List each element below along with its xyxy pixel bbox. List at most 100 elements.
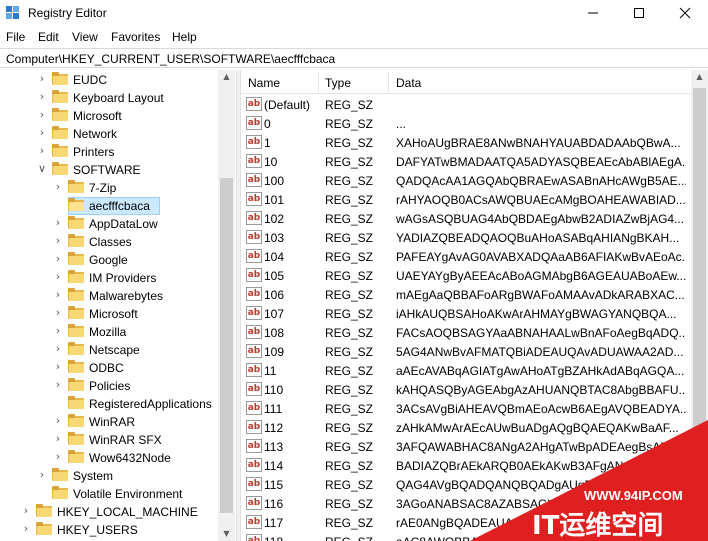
tree-scroll-up-button[interactable]: ▲	[218, 70, 235, 84]
tree-item[interactable]: › Classes	[0, 233, 218, 251]
value-data: rAHYAOQB0ACsAWQBUAEcAMgBOAHEAWABIAD...	[396, 193, 686, 207]
chevron-right-icon[interactable]: ›	[52, 252, 64, 266]
value-row[interactable]: ab 10 REG_SZ DAFYATwBMADAATQA5ADYASQBEAEcAb…	[241, 152, 691, 171]
tree-item[interactable]: › WinRAR SFX	[0, 431, 218, 449]
value-row[interactable]: ab 11 REG_SZ aAEcAVABqAGIATgAwAHoATgBZAHkAd…	[241, 361, 691, 380]
value-type: REG_SZ	[325, 98, 374, 112]
folder-icon	[52, 90, 68, 104]
chevron-right-icon[interactable]: ›	[52, 270, 64, 284]
chevron-right-icon[interactable]: ›	[52, 432, 64, 446]
close-button[interactable]	[662, 0, 708, 26]
value-row[interactable]: ab 106 REG_SZ mAEgAaQBBAFoARgBWAFoAMAAvADkA…	[241, 285, 691, 304]
value-row[interactable]: ab 105 REG_SZ UAEYAYgByAEEAcABoAGMAbgB6AGEA…	[241, 266, 691, 285]
chevron-right-icon[interactable]: ›	[52, 414, 64, 428]
list-scroll-up-button[interactable]: ▲	[691, 70, 708, 84]
tree-item[interactable]: › ODBC	[0, 359, 218, 377]
folder-icon	[68, 288, 84, 302]
tree-item[interactable]: › HKEY_USERS	[0, 521, 218, 539]
column-header-data[interactable]: Data	[396, 76, 421, 90]
tree-item[interactable]: › Microsoft	[0, 107, 218, 125]
chevron-right-icon[interactable]: ›	[36, 108, 48, 122]
chevron-right-icon[interactable]: ›	[52, 360, 64, 374]
tree-item[interactable]: › Malwarebytes	[0, 287, 218, 305]
address-path[interactable]: Computer\HKEY_CURRENT_USER\SOFTWARE\aecf…	[6, 52, 335, 66]
title-bar: Registry Editor	[0, 0, 708, 26]
value-row[interactable]: ab 102 REG_SZ wAGsASQBUAG4AbQBDAEgAbwB2ADIA…	[241, 209, 691, 228]
tree-item[interactable]: › Netscape	[0, 341, 218, 359]
tree-item-label: Classes	[89, 235, 132, 249]
tree-item-label: Netscape	[89, 343, 140, 357]
value-type: REG_SZ	[325, 250, 374, 264]
chevron-right-icon[interactable]: ›	[20, 522, 32, 536]
chevron-right-icon[interactable]: ›	[52, 306, 64, 320]
watermark: WWW.94IP.COM IT运维空间	[470, 420, 708, 541]
value-row[interactable]: ab 109 REG_SZ 5AG4ANwBvAFMATQBiADEAUQAvADUA…	[241, 342, 691, 361]
menu-edit[interactable]: Edit	[38, 30, 59, 44]
tree-item-label: HKEY_LOCAL_MACHINE	[57, 505, 198, 519]
tree-item[interactable]: ∨ SOFTWARE	[0, 161, 218, 179]
chevron-down-icon[interactable]: ∨	[36, 162, 48, 176]
value-row[interactable]: ab 111 REG_SZ 3ACsAVgBiAHEAVQBmAEoAcwB6AEgA…	[241, 399, 691, 418]
value-name: 113	[264, 440, 284, 454]
value-row[interactable]: ab 110 REG_SZ kAHQASQByAGEAbgAzAHUANQBTAC8A…	[241, 380, 691, 399]
tree-item[interactable]: › EUDC	[0, 71, 218, 89]
chevron-right-icon[interactable]: ›	[52, 216, 64, 230]
tree-item[interactable]: › WinRAR	[0, 413, 218, 431]
value-row[interactable]: ab 100 REG_SZ QADQAcAA1AGQAbQBRAEwASABnAHcA…	[241, 171, 691, 190]
column-header-name[interactable]: Name	[248, 76, 280, 90]
tree-scroll-thumb[interactable]	[220, 178, 233, 513]
value-row[interactable]: ab 103 REG_SZ YADIAZQBEADQAOQBuAHoASABqAHIA…	[241, 228, 691, 247]
value-row[interactable]: ab 101 REG_SZ rAHYAOQB0ACsAWQBUAEcAMgBOAHEA…	[241, 190, 691, 209]
chevron-right-icon[interactable]: ›	[52, 288, 64, 302]
menu-view[interactable]: View	[72, 30, 98, 44]
tree-item[interactable]: › System	[0, 467, 218, 485]
chevron-right-icon[interactable]: ›	[52, 234, 64, 248]
value-row[interactable]: ab (Default) REG_SZ	[241, 95, 691, 114]
tree-item[interactable]: › Network	[0, 125, 218, 143]
tree-item[interactable]: › Microsoft	[0, 305, 218, 323]
chevron-right-icon[interactable]: ›	[20, 504, 32, 518]
column-header-type[interactable]: Type	[325, 76, 351, 90]
maximize-button[interactable]	[616, 0, 662, 26]
tree-item[interactable]: › AppDataLow	[0, 215, 218, 233]
tree-item[interactable]: › Policies	[0, 377, 218, 395]
chevron-right-icon[interactable]: ›	[36, 72, 48, 86]
value-row[interactable]: ab 0 REG_SZ...	[241, 114, 691, 133]
chevron-right-icon[interactable]: ›	[52, 342, 64, 356]
tree-item[interactable]: RegisteredApplications	[0, 395, 218, 413]
column-divider[interactable]	[388, 72, 389, 92]
tree-item[interactable]: › 7-Zip	[0, 179, 218, 197]
value-row[interactable]: ab 108 REG_SZ FACsAOQBSAGYAaABNAHAALwBnAFoA…	[241, 323, 691, 342]
menu-file[interactable]: File	[6, 30, 25, 44]
tree-item[interactable]: Volatile Environment	[0, 485, 218, 503]
value-name: 115	[264, 478, 284, 492]
chevron-right-icon[interactable]: ›	[36, 90, 48, 104]
column-divider[interactable]	[318, 72, 319, 92]
tree-item[interactable]: › Google	[0, 251, 218, 269]
tree-item[interactable]: › Keyboard Layout	[0, 89, 218, 107]
value-row[interactable]: ab 104 REG_SZ PAFEAYgAvAG0AVABXADQAaAB6AFIA…	[241, 247, 691, 266]
tree-item[interactable]: › IM Providers	[0, 269, 218, 287]
tree-scroll-down-button[interactable]: ▼	[218, 527, 235, 541]
value-row[interactable]: ab 1 REG_SZ XAHoAUgBRAE8ANwBNAHYAUABDADAAbQ…	[241, 133, 691, 152]
tree-item[interactable]: aecfffcbaca	[0, 197, 218, 215]
menu-favorites[interactable]: Favorites	[111, 30, 160, 44]
value-type: REG_SZ	[325, 117, 374, 131]
folder-icon	[68, 342, 84, 356]
chevron-right-icon[interactable]: ›	[36, 144, 48, 158]
tree-item[interactable]: › Mozilla	[0, 323, 218, 341]
tree-item[interactable]: › Wow6432Node	[0, 449, 218, 467]
menu-help[interactable]: Help	[172, 30, 197, 44]
chevron-right-icon[interactable]: ›	[52, 450, 64, 464]
chevron-right-icon[interactable]: ›	[52, 180, 64, 194]
value-name: (Default)	[264, 98, 311, 112]
address-bar[interactable]: Computer\HKEY_CURRENT_USER\SOFTWARE\aecf…	[0, 48, 708, 68]
chevron-right-icon[interactable]: ›	[36, 468, 48, 482]
tree-item[interactable]: › HKEY_LOCAL_MACHINE	[0, 503, 218, 521]
chevron-right-icon[interactable]: ›	[52, 324, 64, 338]
minimize-button[interactable]	[570, 0, 616, 26]
chevron-right-icon[interactable]: ›	[52, 378, 64, 392]
value-row[interactable]: ab 107 REG_SZ iAHkAUQBSAHoAKwArAHMAYgBWAGYA…	[241, 304, 691, 323]
tree-item[interactable]: › Printers	[0, 143, 218, 161]
chevron-right-icon[interactable]: ›	[36, 126, 48, 140]
